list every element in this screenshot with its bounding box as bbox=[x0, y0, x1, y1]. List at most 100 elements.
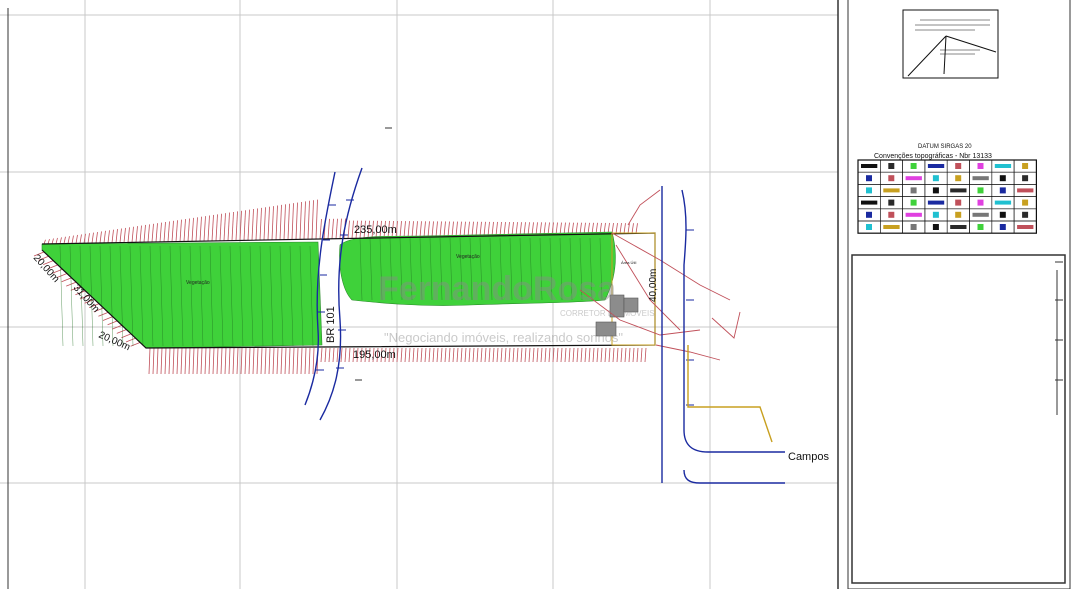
hatch-line bbox=[456, 347, 459, 363]
hatch-line bbox=[55, 237, 58, 244]
hatch-line bbox=[275, 205, 278, 240]
hatch-line bbox=[435, 221, 438, 237]
hatch-line bbox=[256, 347, 259, 375]
legend-symbol bbox=[977, 163, 984, 169]
legend-symbol bbox=[866, 211, 872, 218]
hatch-line bbox=[532, 347, 535, 363]
hatch-line bbox=[496, 347, 499, 363]
hatch-line bbox=[447, 221, 450, 237]
hatch-line bbox=[287, 203, 290, 240]
hatch-line bbox=[91, 232, 94, 244]
hatch-line bbox=[512, 347, 515, 363]
watermark-slogan: "Negociando imóveis, realizando sonhos" bbox=[384, 330, 623, 345]
hatch-line bbox=[308, 347, 311, 375]
hatch-line bbox=[416, 347, 419, 363]
hatch-line bbox=[99, 231, 102, 244]
hatch-line bbox=[491, 221, 494, 236]
hatch-line bbox=[431, 221, 434, 238]
hatch-line bbox=[440, 347, 443, 363]
hatch-line bbox=[167, 221, 170, 242]
hatch-line bbox=[507, 222, 510, 236]
hatch-line bbox=[204, 347, 207, 375]
hatch-line bbox=[87, 233, 90, 244]
hatch-line bbox=[580, 347, 583, 363]
hatch-line bbox=[272, 347, 275, 375]
street-markers bbox=[686, 229, 694, 406]
hatch-line bbox=[159, 222, 162, 242]
hatch-line bbox=[235, 211, 238, 241]
hatch-line bbox=[459, 221, 462, 237]
hatch-line bbox=[407, 221, 410, 238]
hatch-line bbox=[616, 347, 619, 363]
legend-symbol bbox=[950, 225, 967, 229]
legend-symbol bbox=[866, 175, 872, 182]
hatch-line bbox=[463, 221, 466, 237]
hatch-line bbox=[115, 229, 118, 243]
hatch-line bbox=[160, 347, 163, 375]
hatch-line bbox=[252, 347, 255, 375]
hatch-line bbox=[147, 224, 150, 243]
hatch-line bbox=[208, 347, 211, 375]
hatch-line bbox=[511, 222, 514, 236]
legend-symbol bbox=[955, 199, 962, 206]
hatch-line bbox=[475, 221, 478, 237]
hatch-line bbox=[480, 347, 483, 363]
hatch-line bbox=[520, 347, 523, 363]
hatch-line bbox=[184, 347, 187, 375]
legend-symbol bbox=[927, 200, 945, 205]
conventions-legend bbox=[857, 159, 1037, 234]
hatch-line bbox=[500, 347, 503, 363]
hatch-line bbox=[508, 347, 511, 363]
hatch-line bbox=[240, 347, 243, 375]
hatch-line bbox=[499, 221, 502, 236]
hatch-line bbox=[548, 347, 551, 363]
hatch-line bbox=[260, 347, 263, 375]
hatch-line bbox=[540, 347, 543, 363]
hatch-line bbox=[259, 207, 262, 241]
legend-symbol bbox=[866, 224, 872, 230]
legend-symbol bbox=[1022, 199, 1029, 206]
legend-symbol bbox=[999, 187, 1006, 194]
hatch-line bbox=[61, 277, 72, 283]
hatch-line bbox=[75, 234, 78, 244]
hatch-line bbox=[255, 208, 258, 241]
hatch-line bbox=[523, 222, 526, 236]
datum-title: DATUM SIRGAS 20 bbox=[918, 144, 972, 150]
legend-symbol bbox=[910, 199, 917, 206]
hatch-line bbox=[319, 218, 322, 240]
street-label: Campos bbox=[788, 451, 829, 463]
legend-symbol bbox=[977, 224, 984, 230]
hatch-line bbox=[424, 347, 427, 363]
hatch-line bbox=[439, 221, 442, 237]
legend-symbol bbox=[994, 164, 1012, 168]
hatch-line bbox=[102, 316, 114, 321]
hatch-line bbox=[59, 237, 62, 244]
hatch-line bbox=[488, 347, 491, 363]
hatch-line bbox=[515, 222, 518, 236]
legend-symbol bbox=[999, 175, 1006, 182]
hatch-line bbox=[203, 216, 206, 242]
hatch-line bbox=[411, 221, 414, 238]
hatch-line bbox=[423, 221, 426, 238]
hatch-line bbox=[199, 216, 202, 242]
hatch-line bbox=[460, 347, 463, 363]
area-label-left: Vegetação bbox=[186, 280, 210, 286]
hatch-line bbox=[455, 221, 458, 237]
legend-symbol bbox=[861, 200, 878, 205]
hatch-line bbox=[588, 347, 591, 363]
hatch-line bbox=[180, 347, 183, 375]
hatch-line bbox=[408, 347, 411, 363]
hatch-line bbox=[420, 347, 423, 363]
hatch-line bbox=[307, 200, 310, 240]
hatch-line bbox=[443, 221, 446, 237]
area-label-small: Área Útil bbox=[621, 260, 636, 265]
site-plan-drawing: 235,00m 195,00m 40,00m 20,00m 31,00m 20,… bbox=[0, 0, 1071, 589]
legend-symbol bbox=[955, 163, 962, 169]
hatch-line bbox=[130, 341, 141, 347]
area-label-right: Vegetação bbox=[456, 254, 480, 260]
hatch-line bbox=[620, 347, 623, 363]
hatch-line bbox=[135, 226, 138, 243]
hatch-line bbox=[556, 347, 559, 363]
hatch-line bbox=[47, 238, 50, 245]
hatch-line bbox=[284, 347, 287, 375]
